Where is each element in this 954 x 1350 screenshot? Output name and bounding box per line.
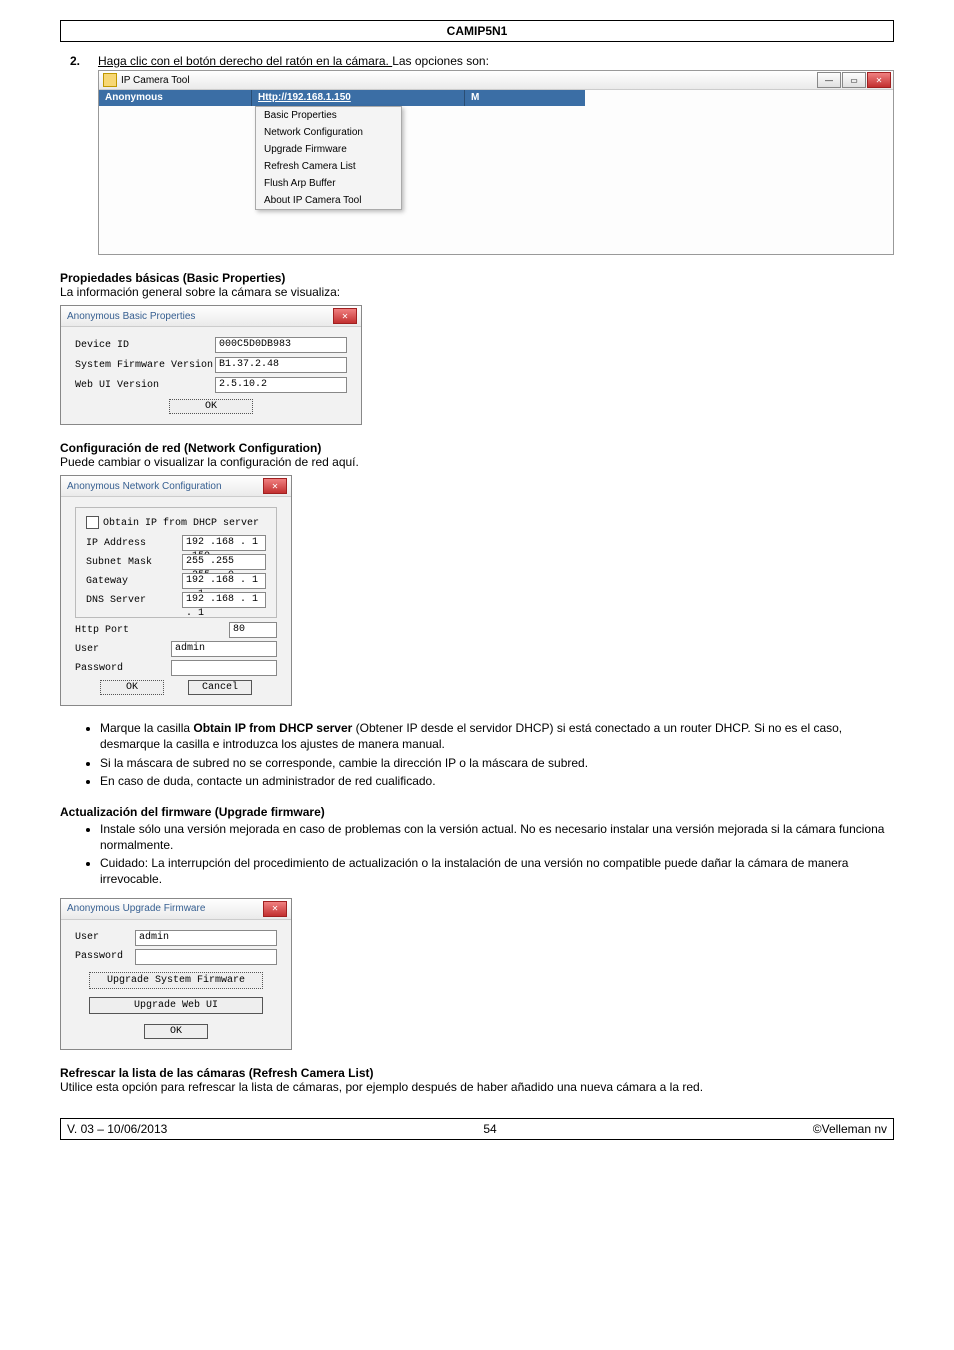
ok-button[interactable]: OK	[169, 399, 253, 414]
prop-label: System Firmware Version	[75, 360, 215, 371]
heading-basic-properties: Propiedades básicas (Basic Properties)	[60, 271, 894, 285]
dialog-title: Anonymous Network Configuration	[67, 481, 222, 492]
dhcp-checkbox[interactable]	[86, 516, 99, 529]
gateway-field[interactable]: 192 .168 . 1 . 1	[182, 573, 266, 589]
prop-label: Device ID	[75, 340, 215, 351]
prop-label: Web UI Version	[75, 380, 215, 391]
list-item: Cuidado: La interrupción del procedimien…	[100, 855, 894, 887]
label-password: Password	[75, 663, 171, 674]
list-item: Si la máscara de subred no se correspond…	[100, 755, 894, 771]
window-title: IP Camera Tool	[121, 75, 190, 86]
dialog-titlebar: Anonymous Upgrade Firmware ✕	[61, 899, 291, 920]
bullet-bold: Obtain IP from DHCP server	[193, 721, 352, 735]
basic-properties-dialog: Anonymous Basic Properties ✕ Device ID 0…	[60, 305, 362, 425]
ok-button[interactable]: OK	[100, 680, 164, 695]
step-rest: Las opciones son:	[392, 54, 489, 68]
ipcamera-tool-window: IP Camera Tool — ▭ ✕ Anonymous Http://19…	[98, 70, 894, 255]
dhcp-bullets: Marque la casilla Obtain IP from DHCP se…	[60, 720, 894, 789]
footer-center: 54	[483, 1122, 496, 1136]
menu-flush-arp-buffer[interactable]: Flush Arp Buffer	[256, 175, 401, 192]
step-text: Haga clic con el botón derecho del ratón…	[98, 54, 894, 68]
label-ip: IP Address	[86, 538, 182, 549]
prop-row: Web UI Version 2.5.10.2	[75, 377, 347, 393]
device-id-field[interactable]: 000C5D0DB983	[215, 337, 347, 353]
label-password: Password	[75, 951, 135, 962]
network-config-dialog: Anonymous Network Configuration ✕ Obtain…	[60, 475, 292, 706]
cancel-button[interactable]: Cancel	[188, 680, 252, 695]
ok-button[interactable]: OK	[144, 1024, 208, 1039]
window-titlebar: IP Camera Tool — ▭ ✕	[99, 71, 893, 90]
close-button[interactable]: ✕	[867, 72, 891, 88]
step-2: 2. Haga clic con el botón derecho del ra…	[70, 54, 894, 68]
prop-row: Device ID 000C5D0DB983	[75, 337, 347, 353]
upgrade-system-button[interactable]: Upgrade System Firmware	[89, 972, 263, 989]
password-field[interactable]	[135, 949, 277, 965]
prop-row: System Firmware Version B1.37.2.48	[75, 357, 347, 373]
menu-basic-properties[interactable]: Basic Properties	[256, 107, 401, 124]
body-basic-properties: La información general sobre la cámara s…	[60, 285, 894, 299]
menu-network-configuration[interactable]: Network Configuration	[256, 124, 401, 141]
page-header: CAMIP5N1	[60, 20, 894, 42]
step-number: 2.	[70, 54, 98, 68]
heading-refresh-list: Refrescar la lista de las cámaras (Refre…	[60, 1066, 894, 1080]
body-refresh-list: Utilice esta opción para refrescar la li…	[60, 1080, 894, 1094]
close-button[interactable]: ✕	[333, 308, 357, 324]
upgrade-bullets: Instale sólo una versión mejorada en cas…	[60, 821, 894, 888]
ip-address-field[interactable]: 192 .168 . 1 .150	[182, 535, 266, 551]
dhcp-row: Obtain IP from DHCP server	[86, 516, 266, 529]
label-user: User	[75, 932, 135, 943]
heading-network-config: Configuración de red (Network Configurat…	[60, 441, 894, 455]
menu-about[interactable]: About IP Camera Tool	[256, 192, 401, 209]
label-dns: DNS Server	[86, 595, 182, 606]
list-item: En caso de duda, contacte un administrad…	[100, 773, 894, 789]
camera-name: Anonymous	[99, 90, 252, 106]
footer-left: V. 03 – 10/06/2013	[67, 1122, 167, 1136]
password-field[interactable]	[171, 660, 277, 676]
body-network-config: Puede cambiar o visualizar la configurac…	[60, 455, 894, 469]
user-field[interactable]: admin	[135, 930, 277, 946]
webui-version-field[interactable]: 2.5.10.2	[215, 377, 347, 393]
dialog-title: Anonymous Upgrade Firmware	[67, 903, 205, 914]
context-menu: Basic Properties Network Configuration U…	[255, 106, 402, 210]
list-item: Marque la casilla Obtain IP from DHCP se…	[100, 720, 894, 752]
label-user: User	[75, 644, 171, 655]
firmware-version-field[interactable]: B1.37.2.48	[215, 357, 347, 373]
label-subnet: Subnet Mask	[86, 557, 182, 568]
dns-field[interactable]: 192 .168 . 1 . 1	[182, 592, 266, 608]
upgrade-webui-button[interactable]: Upgrade Web UI	[89, 997, 263, 1014]
http-port-field[interactable]: 80	[229, 622, 277, 638]
dhcp-label: Obtain IP from DHCP server	[103, 518, 259, 529]
bullet-pre: Marque la casilla	[100, 721, 193, 735]
maximize-button[interactable]: ▭	[842, 72, 866, 88]
step-underlined: Haga clic con el botón derecho del ratón…	[98, 54, 392, 68]
ip-group: Obtain IP from DHCP server IP Address192…	[75, 507, 277, 618]
user-field[interactable]: admin	[171, 641, 277, 657]
close-button[interactable]: ✕	[263, 901, 287, 917]
app-icon	[103, 73, 117, 87]
camera-status: M	[465, 90, 585, 106]
close-button[interactable]: ✕	[263, 478, 287, 494]
heading-upgrade-firmware: Actualización del firmware (Upgrade firm…	[60, 805, 894, 819]
upgrade-firmware-dialog: Anonymous Upgrade Firmware ✕ Useradmin P…	[60, 898, 292, 1050]
dialog-title: Anonymous Basic Properties	[67, 311, 195, 322]
footer-right: ©Velleman nv	[813, 1122, 887, 1136]
list-item: Instale sólo una versión mejorada en cas…	[100, 821, 894, 853]
subnet-field[interactable]: 255 .255 .255 . 0	[182, 554, 266, 570]
minimize-button[interactable]: —	[817, 72, 841, 88]
page-footer: V. 03 – 10/06/2013 54 ©Velleman nv	[60, 1118, 894, 1140]
dialog-titlebar: Anonymous Network Configuration ✕	[61, 476, 291, 497]
label-gateway: Gateway	[86, 576, 182, 587]
menu-upgrade-firmware[interactable]: Upgrade Firmware	[256, 141, 401, 158]
camera-row[interactable]: Anonymous Http://192.168.1.150 M	[99, 90, 585, 106]
label-http-port: Http Port	[75, 625, 171, 636]
menu-refresh-camera-list[interactable]: Refresh Camera List	[256, 158, 401, 175]
camera-url: Http://192.168.1.150	[252, 90, 465, 106]
dialog-titlebar: Anonymous Basic Properties ✕	[61, 306, 361, 327]
